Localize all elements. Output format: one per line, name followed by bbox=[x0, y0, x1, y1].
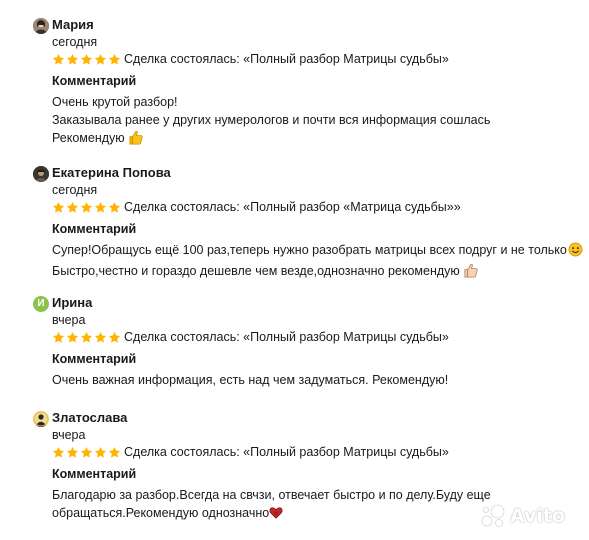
comment-text: Очень крутой разбор! Заказывала ранее у … bbox=[52, 93, 490, 150]
star-icon bbox=[108, 53, 121, 65]
deal-info: Сделка состоялась: «Полный разбор «Матри… bbox=[124, 200, 461, 214]
photo-avatar-icon bbox=[33, 166, 49, 182]
review-date: вчера bbox=[52, 428, 86, 442]
star-icon bbox=[66, 201, 79, 213]
star-icon bbox=[52, 331, 65, 343]
reviewer-name[interactable]: Ирина bbox=[52, 295, 92, 310]
star-icon bbox=[52, 446, 65, 458]
deal-info: Сделка состоялась: «Полный разбор Матриц… bbox=[124, 445, 449, 459]
star-icon bbox=[108, 201, 121, 213]
comment-heading: Комментарий bbox=[52, 74, 137, 88]
star-icon bbox=[94, 201, 107, 213]
review-date: сегодня bbox=[52, 183, 98, 197]
watermark-text: Avito bbox=[510, 505, 566, 527]
comment-heading: Комментарий bbox=[52, 467, 137, 481]
avatar-letter: И bbox=[37, 298, 45, 309]
rating-stars bbox=[52, 446, 121, 459]
comment-line: Очень крутой разбор! bbox=[52, 95, 178, 109]
deal-info: Сделка состоялась: «Полный разбор Матриц… bbox=[124, 52, 449, 66]
star-icon bbox=[66, 53, 79, 65]
comment-line: Очень важная информация, есть над чем за… bbox=[52, 373, 449, 387]
photo-avatar-icon bbox=[33, 18, 49, 34]
user-avatar[interactable] bbox=[33, 411, 49, 427]
user-avatar[interactable] bbox=[33, 18, 49, 34]
star-icon bbox=[80, 201, 93, 213]
comment-text: Благодарю за разбор.Всегда на свчзи, отв… bbox=[52, 486, 491, 525]
rating-stars bbox=[52, 53, 121, 66]
comment-line: Быстро,честно и гораздо дешевле чем везд… bbox=[52, 262, 583, 283]
comment-text: Очень важная информация, есть над чем за… bbox=[52, 371, 448, 389]
smiley-icon bbox=[568, 242, 583, 262]
rating-stars bbox=[52, 331, 121, 344]
star-icon bbox=[80, 53, 93, 65]
reviewer-name[interactable]: Златослава bbox=[52, 410, 127, 425]
comment-line: Супер!Обращусь ещё 100 раз,теперь нужно … bbox=[52, 241, 583, 262]
photo-avatar-icon bbox=[33, 411, 49, 427]
star-icon bbox=[80, 446, 93, 458]
thumbs-up-icon bbox=[463, 263, 478, 283]
deal-info: Сделка состоялась: «Полный разбор Матриц… bbox=[124, 330, 449, 344]
comment-line: обращаться.Рекомендую однозначно bbox=[52, 504, 491, 525]
star-icon bbox=[52, 53, 65, 65]
reviewer-name[interactable]: Екатерина Попова bbox=[52, 165, 171, 180]
comment-heading: Комментарий bbox=[52, 352, 137, 366]
comment-text: Супер!Обращусь ещё 100 раз,теперь нужно … bbox=[52, 241, 583, 283]
comment-line: Рекомендую bbox=[52, 129, 490, 150]
heart-gift-icon bbox=[269, 506, 283, 525]
avito-watermark: Avito bbox=[480, 503, 565, 529]
review-date: вчера bbox=[52, 313, 86, 327]
review-date: сегодня bbox=[52, 35, 98, 49]
star-icon bbox=[108, 446, 121, 458]
comment-heading: Комментарий bbox=[52, 222, 137, 236]
avito-logo-icon bbox=[481, 504, 505, 527]
comment-line: Заказывала ранее у других нумерологов и … bbox=[52, 113, 491, 127]
star-icon bbox=[66, 331, 79, 343]
star-icon bbox=[94, 53, 107, 65]
star-icon bbox=[80, 331, 93, 343]
star-icon bbox=[52, 201, 65, 213]
user-avatar[interactable] bbox=[33, 166, 49, 182]
rating-stars bbox=[52, 201, 121, 214]
reviewer-name[interactable]: Мария bbox=[52, 17, 94, 32]
thumbs-up-icon bbox=[128, 130, 143, 150]
star-icon bbox=[94, 446, 107, 458]
user-avatar[interactable]: И bbox=[33, 296, 49, 312]
star-icon bbox=[66, 446, 79, 458]
star-icon bbox=[94, 331, 107, 343]
comment-line: Благодарю за разбор.Всегда на свчзи, отв… bbox=[52, 488, 491, 502]
star-icon bbox=[108, 331, 121, 343]
